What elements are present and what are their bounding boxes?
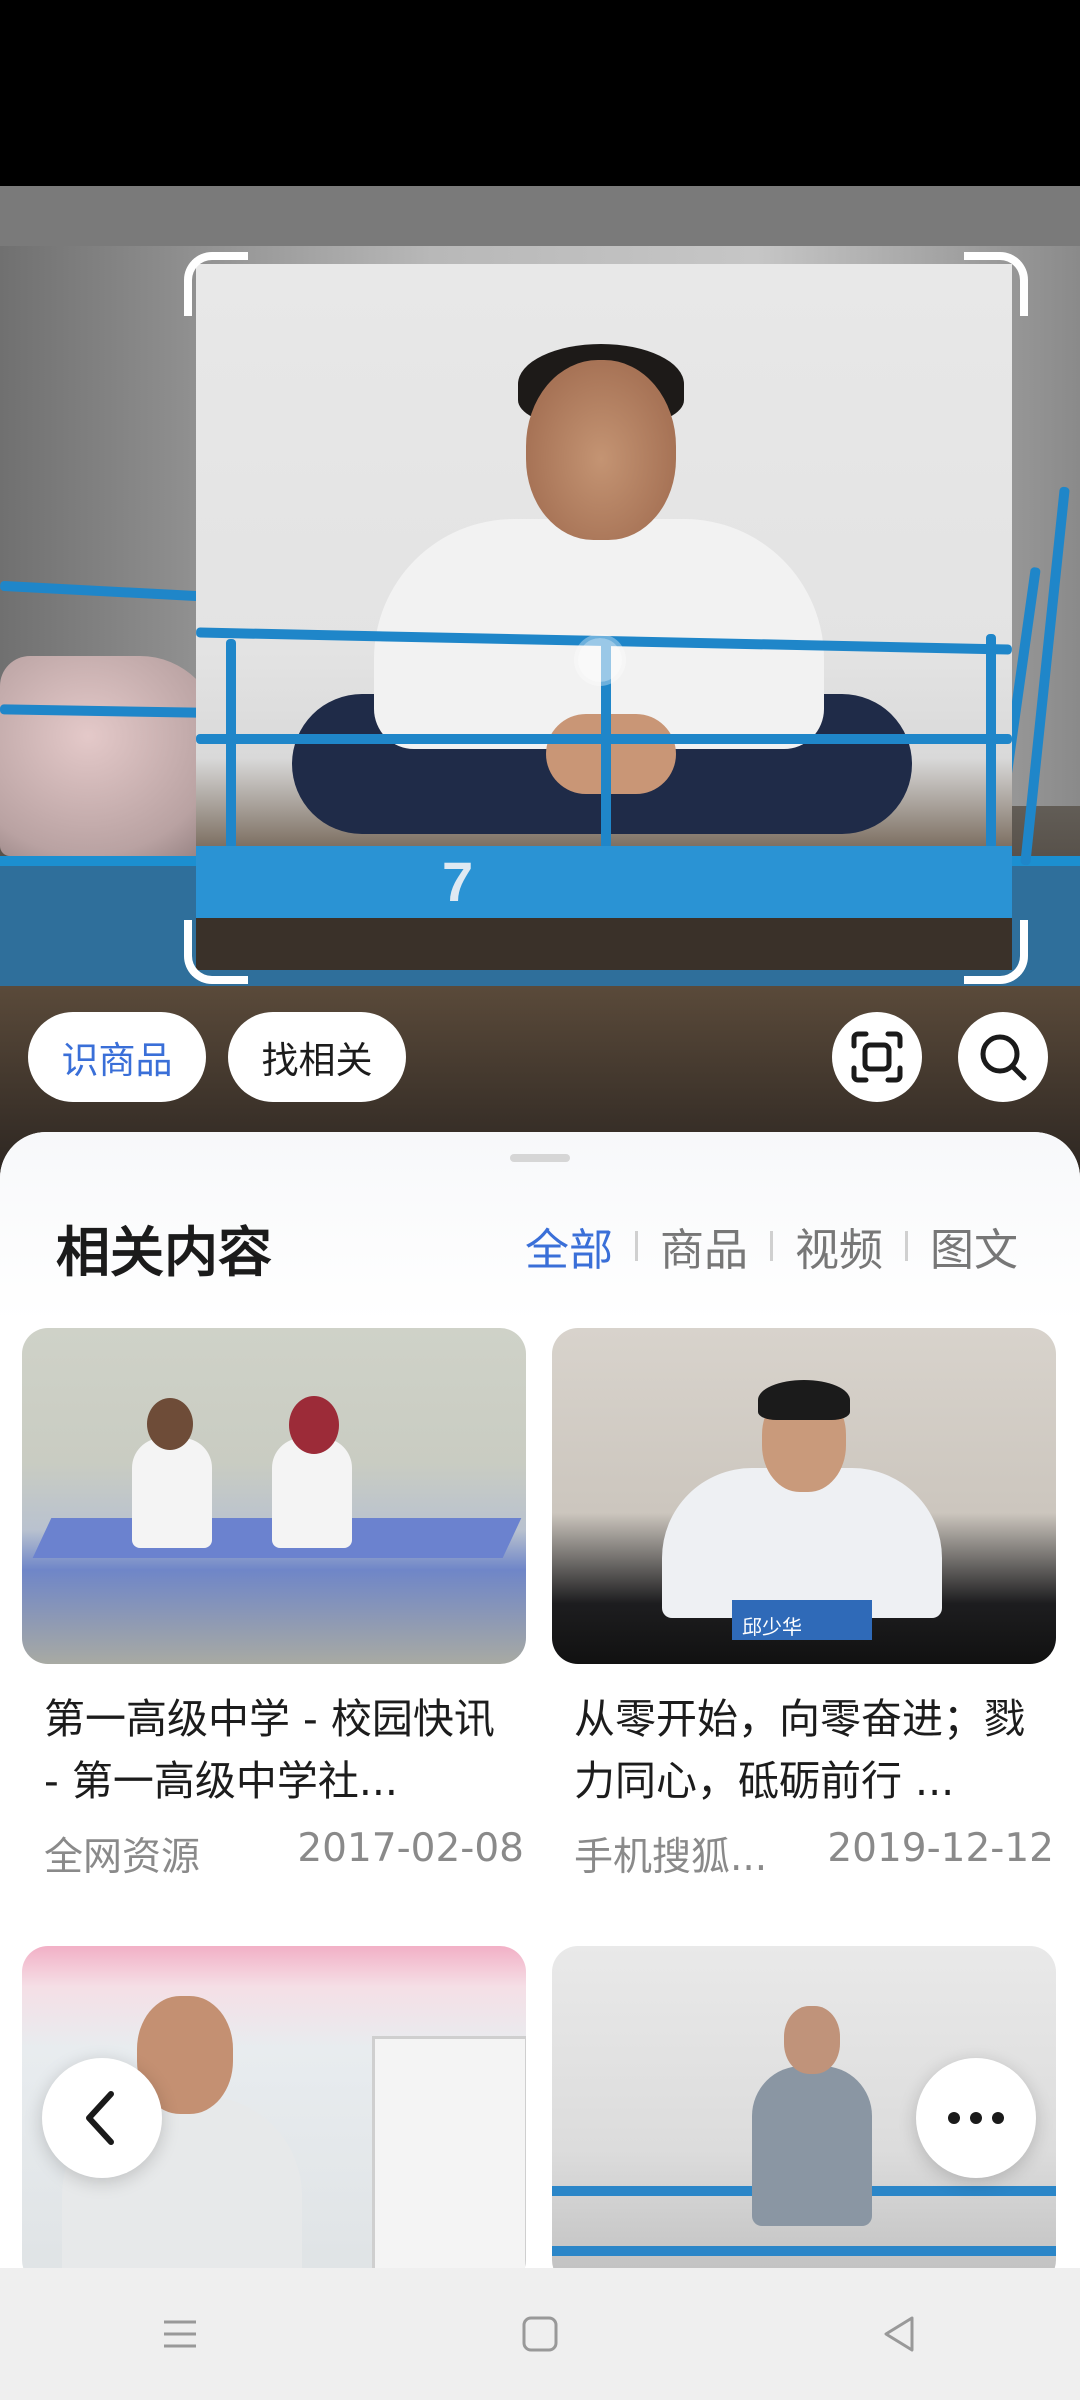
identify-product-label: 识商品 bbox=[61, 1039, 173, 1082]
thumb-student-head bbox=[147, 1398, 193, 1450]
scan-frame-icon bbox=[851, 1031, 903, 1083]
nameplate-text: 邱少华 bbox=[742, 1615, 802, 1639]
person-face bbox=[526, 360, 676, 540]
status-bar bbox=[0, 0, 1080, 186]
result-date: 2017-02-08 bbox=[297, 1826, 524, 1871]
scene-bedding bbox=[0, 656, 220, 856]
result-card[interactable]: 第一高级中学 - 校园快讯 - 第一高级中学社... 全网资源 2017-02-… bbox=[22, 1328, 526, 1882]
find-related-label: 找相关 bbox=[261, 1039, 373, 1082]
thumb-device bbox=[372, 2036, 526, 2268]
thumb-bed-rail bbox=[552, 2246, 1056, 2256]
thumb-student bbox=[272, 1438, 352, 1548]
filter-tabs: 全部 商品 视频 图文 bbox=[440, 1216, 1040, 1276]
result-date: 2019-12-12 bbox=[827, 1826, 1054, 1871]
result-source: 全网资源 bbox=[44, 1835, 201, 1880]
bed-number: 7 bbox=[442, 850, 474, 913]
back-triangle-icon[interactable] bbox=[878, 2312, 922, 2356]
focus-point-marker[interactable] bbox=[578, 638, 622, 682]
result-thumbnail bbox=[22, 1328, 526, 1664]
result-thumbnail: 邱少华 bbox=[552, 1328, 1056, 1664]
scan-frame-button[interactable] bbox=[832, 1012, 922, 1102]
under-bed-shadow bbox=[196, 918, 1012, 970]
system-nav-bar bbox=[0, 2268, 1080, 2400]
more-dots-icon bbox=[948, 2112, 1004, 2124]
crop-handle-top-left[interactable] bbox=[184, 252, 248, 316]
tab-videos[interactable]: 视频 bbox=[773, 1214, 905, 1278]
tab-products[interactable]: 商品 bbox=[638, 1214, 770, 1278]
result-meta: 手机搜狐... 2019-12-12 bbox=[574, 1826, 1054, 1882]
bed-rail bbox=[986, 634, 996, 849]
thumb-child-body bbox=[752, 2066, 872, 2226]
results-sheet[interactable]: 相关内容 全部 商品 视频 图文 第一高级中学 - 校园快讯 - 第一高级中学社… bbox=[0, 1132, 1080, 2268]
thumb-child-head bbox=[784, 2006, 840, 2074]
back-button[interactable] bbox=[42, 2058, 162, 2178]
result-meta: 全网资源 2017-02-08 bbox=[44, 1826, 524, 1882]
result-title: 第一高级中学 - 校园快讯 - 第一高级中学社... bbox=[44, 1695, 495, 1805]
home-icon[interactable] bbox=[518, 2312, 562, 2356]
selected-region-photo: 7 bbox=[196, 264, 1012, 970]
menu-icon[interactable] bbox=[158, 2314, 202, 2354]
thumb-student bbox=[132, 1438, 212, 1548]
thumb-nameplate: 邱少华 bbox=[732, 1600, 872, 1640]
result-title: 从零开始，向零奋进；戮力同心，砥砺前行 ... bbox=[574, 1695, 1025, 1805]
search-button[interactable] bbox=[958, 1012, 1048, 1102]
person-hands bbox=[546, 714, 676, 794]
result-source: 手机搜狐... bbox=[574, 1835, 768, 1880]
bed-frame bbox=[196, 846, 1012, 918]
thumb-speaker-hair bbox=[758, 1380, 850, 1420]
crop-handle-bottom-right[interactable] bbox=[964, 920, 1028, 984]
find-related-button[interactable]: 找相关 bbox=[228, 1012, 406, 1102]
result-card[interactable]: 邱少华 从零开始，向零奋进；戮力同心，砥砺前行 ... 手机搜狐... 2019… bbox=[552, 1328, 1056, 1882]
thumb-student-head bbox=[289, 1396, 339, 1454]
results-title: 相关内容 bbox=[56, 1221, 272, 1284]
tab-articles[interactable]: 图文 bbox=[908, 1214, 1040, 1278]
scene-ceiling bbox=[0, 186, 1080, 246]
sheet-drag-handle[interactable] bbox=[510, 1154, 570, 1162]
chevron-left-icon bbox=[86, 2091, 114, 2145]
search-icon bbox=[980, 1034, 1027, 1081]
crop-handle-bottom-left[interactable] bbox=[184, 920, 248, 984]
bed-rail bbox=[226, 639, 236, 849]
crop-handle-top-right[interactable] bbox=[964, 252, 1028, 316]
more-button[interactable] bbox=[916, 2058, 1036, 2178]
identify-product-button[interactable]: 识商品 bbox=[28, 1012, 206, 1102]
tab-all[interactable]: 全部 bbox=[503, 1214, 635, 1278]
